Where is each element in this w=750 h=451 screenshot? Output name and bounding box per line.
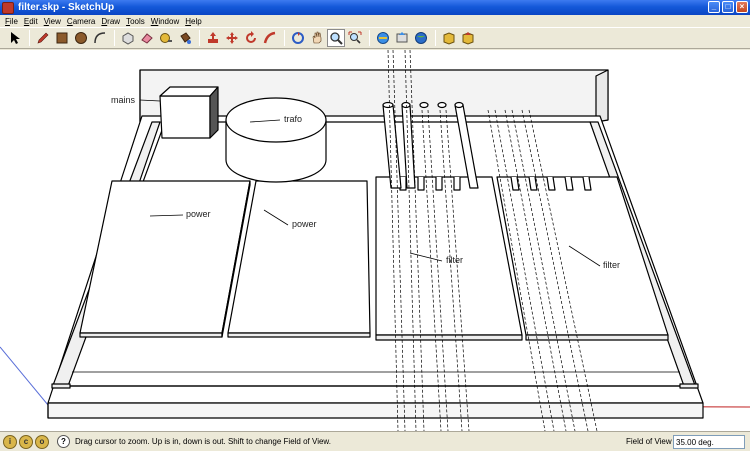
follow-me-icon: [263, 31, 276, 44]
circle-tool-button[interactable]: [72, 29, 90, 47]
follow-me-button[interactable]: [261, 29, 279, 47]
rotate-tool-button[interactable]: [242, 29, 260, 47]
close-button[interactable]: ×: [736, 1, 748, 13]
window-controls: _ □ ×: [708, 1, 748, 13]
push-pull-button[interactable]: [204, 29, 222, 47]
label-filter-left: filter: [446, 255, 464, 265]
zoom-extents-icon: [348, 31, 362, 44]
menu-edit[interactable]: Edit: [21, 17, 41, 26]
google-earth-button[interactable]: [412, 29, 430, 47]
status-icons: i c o: [0, 434, 49, 449]
user-icon[interactable]: o: [35, 434, 49, 449]
arc-tool-button[interactable]: [91, 29, 109, 47]
orbit-tool-button[interactable]: [289, 29, 307, 47]
credits-icon[interactable]: c: [19, 434, 33, 449]
eraser-tool-button[interactable]: [138, 29, 156, 47]
component-browser-icon: [443, 32, 455, 45]
status-message: Drag cursor to zoom. Up is in, down is o…: [75, 437, 331, 446]
menu-view[interactable]: View: [41, 17, 64, 26]
toolbar-separator: [435, 30, 436, 46]
vcb-label: Field of View: [626, 437, 672, 446]
status-bar: i c o ? Drag cursor to zoom. Up is in, d…: [0, 431, 750, 451]
paint-bucket-icon: [180, 32, 191, 44]
pan-tool-icon: [312, 31, 322, 44]
toolbar-separator: [114, 30, 115, 46]
title-bar[interactable]: filter.skp - SketchUp _ □ ×: [0, 0, 750, 15]
move-tool-icon: [226, 32, 238, 44]
label-mains: mains: [111, 95, 136, 105]
orbit-tool-icon: [292, 32, 304, 44]
menu-tools[interactable]: Tools: [123, 17, 148, 26]
label-power-right: power: [292, 219, 317, 229]
menu-help[interactable]: Help: [182, 17, 204, 26]
help-icon[interactable]: ?: [57, 435, 70, 448]
measurements-input[interactable]: [673, 435, 745, 449]
tape-measure-button[interactable]: [157, 29, 175, 47]
menu-bar: File Edit View Camera Draw Tools Window …: [0, 15, 750, 27]
menu-draw[interactable]: Draw: [98, 17, 123, 26]
label-power-left: power: [186, 209, 211, 219]
menu-window[interactable]: Window: [148, 17, 182, 26]
push-pull-icon: [208, 32, 218, 43]
window-title: filter.skp - SketchUp: [18, 2, 115, 13]
arc-tool-icon: [94, 32, 106, 44]
move-tool-button[interactable]: [223, 29, 241, 47]
maximize-button[interactable]: □: [722, 1, 734, 13]
share-model-icon: [396, 32, 408, 43]
select-tool-button[interactable]: [6, 29, 24, 47]
label-trafo: trafo: [284, 114, 303, 124]
make-component-icon: [122, 32, 134, 45]
pencil-tool-icon: [37, 32, 49, 44]
component-browser-button[interactable]: [440, 29, 458, 47]
zoom-extents-button[interactable]: [346, 29, 364, 47]
share-model-button[interactable]: [393, 29, 411, 47]
rectangle-tool-icon: [56, 32, 68, 44]
3d-viewport[interactable]: mains trafo power power filter filter: [0, 50, 750, 431]
make-component-button[interactable]: [119, 29, 137, 47]
model-scene: [0, 50, 750, 431]
get-models-icon: [377, 32, 389, 44]
rectangle-tool-button[interactable]: [53, 29, 71, 47]
eraser-tool-icon: [141, 33, 153, 44]
paint-bucket-button[interactable]: [176, 29, 194, 47]
share-component-icon: [462, 32, 474, 45]
zoom-tool-icon: [330, 32, 343, 45]
toolbar-separator: [29, 30, 30, 46]
geo-location-icon[interactable]: i: [3, 434, 17, 449]
menu-camera[interactable]: Camera: [64, 17, 98, 26]
toolbar-separator: [369, 30, 370, 46]
zoom-tool-button[interactable]: [327, 29, 345, 47]
toolbar-separator: [284, 30, 285, 46]
main-toolbar: [0, 27, 750, 49]
share-component-button[interactable]: [459, 29, 477, 47]
rotate-tool-icon: [246, 31, 256, 43]
get-models-button[interactable]: [374, 29, 392, 47]
minimize-button[interactable]: _: [708, 1, 720, 13]
toolbar-separator: [199, 30, 200, 46]
select-tool-icon: [11, 32, 20, 44]
label-filter-right: filter: [603, 260, 621, 270]
pencil-tool-button[interactable]: [34, 29, 52, 47]
menu-file[interactable]: File: [2, 17, 21, 26]
tape-measure-icon: [160, 33, 172, 43]
google-earth-icon: [415, 32, 427, 44]
pan-tool-button[interactable]: [308, 29, 326, 47]
sketchup-app-icon: [2, 1, 14, 14]
circle-tool-icon: [75, 32, 87, 44]
